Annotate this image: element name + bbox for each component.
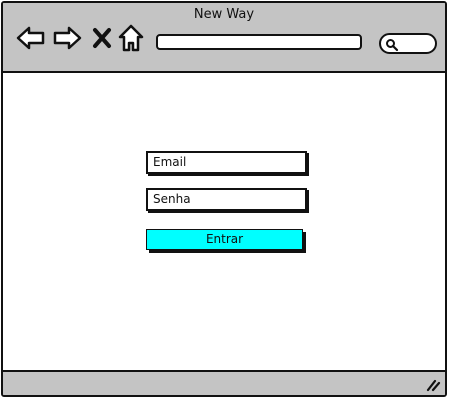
browser-toolbar: New Way — [3, 3, 445, 73]
enter-button[interactable]: Entrar — [146, 229, 303, 250]
forward-arrow-icon[interactable] — [52, 25, 82, 51]
close-x-icon[interactable] — [92, 27, 112, 49]
email-field[interactable]: Email — [146, 151, 307, 174]
magnifier-icon — [386, 39, 399, 52]
resize-grip-icon[interactable] — [425, 378, 441, 392]
status-bar — [3, 370, 445, 395]
window-title: New Way — [193, 7, 255, 22]
home-icon[interactable] — [118, 24, 144, 52]
address-bar[interactable] — [156, 34, 362, 50]
password-field[interactable]: Senha — [146, 188, 307, 211]
back-arrow-icon[interactable] — [16, 25, 46, 51]
browser-window: New Way Email Senha Entrar — [1, 1, 447, 397]
search-box[interactable] — [379, 33, 437, 54]
